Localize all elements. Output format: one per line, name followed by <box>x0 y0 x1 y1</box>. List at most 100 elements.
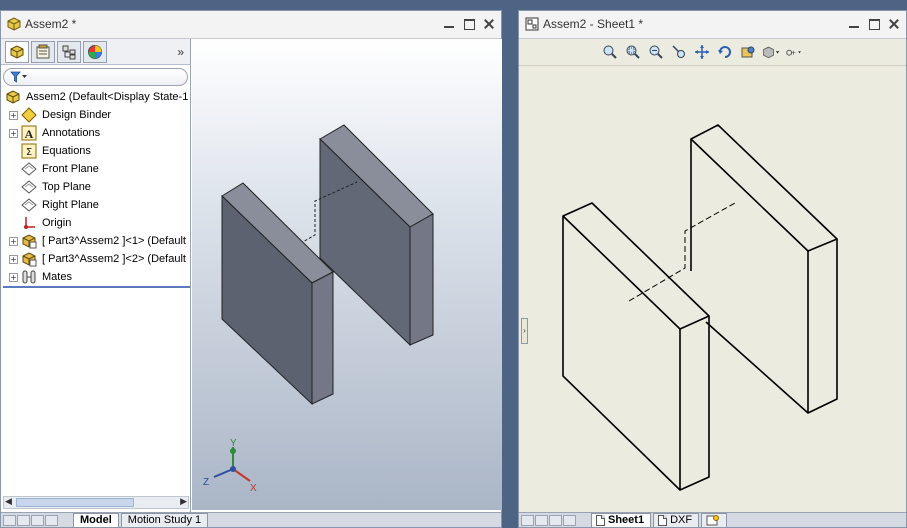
tree-item-label: Top Plane <box>42 181 91 193</box>
tab-model[interactable]: Model <box>73 513 119 527</box>
axis-triad: Y X Z <box>203 438 257 494</box>
tab-feature-manager[interactable] <box>5 40 29 63</box>
panel-expand-handle[interactable]: › <box>521 318 528 344</box>
expand-spacer <box>9 147 18 156</box>
minimize-button[interactable] <box>441 17 457 31</box>
tab-label: DXF <box>670 514 693 526</box>
next-tab-button[interactable] <box>31 514 44 526</box>
3d-graphics-viewport[interactable]: Y X Z <box>192 39 502 510</box>
expand-toggle[interactable]: + <box>9 236 18 246</box>
expand-spacer <box>9 201 18 210</box>
drawing-edge-back-top <box>690 124 838 252</box>
tree-item-label: Origin <box>42 217 72 229</box>
tree-filter-bar[interactable] <box>3 68 188 86</box>
hide-show-icon[interactable] <box>785 43 803 61</box>
tab-motion-study-1[interactable]: Motion Study 1 <box>120 513 209 527</box>
rollback-bar[interactable] <box>3 286 190 288</box>
drawing-document-icon <box>525 17 539 31</box>
manager-tabstrip: » <box>1 39 190 65</box>
model-tab-bar: Model Motion Study 1 <box>1 512 501 527</box>
tree-item-label: [ Part3^Assem2 ]<2> (Default <box>42 253 186 265</box>
add-sheet-tab[interactable] <box>701 513 728 527</box>
maximize-button[interactable] <box>866 17 882 31</box>
tree-item-mates[interactable]: + Mates <box>1 268 190 286</box>
sheet-tab-bar: Sheet1 DXF <box>519 512 906 527</box>
zoom-to-selection-icon[interactable] <box>670 43 688 61</box>
assembly-icon <box>5 89 21 105</box>
tree-horizontal-scrollbar[interactable]: ◀ ▶ <box>3 496 189 509</box>
tab-display-manager[interactable] <box>83 40 107 63</box>
svg-text:Σ: Σ <box>26 147 32 158</box>
next-sheet-button[interactable] <box>549 514 562 526</box>
zoom-to-area-icon[interactable] <box>624 43 642 61</box>
mates-icon <box>21 269 37 285</box>
first-tab-button[interactable] <box>3 514 16 526</box>
tab-dxf[interactable]: DXF <box>653 513 700 527</box>
part-plate-2[interactable] <box>319 124 434 347</box>
tree-root-assembly[interactable]: Assem2 (Default<Display State-1 <box>1 88 190 106</box>
display-style-icon[interactable] <box>762 43 780 61</box>
filter-icon <box>10 71 27 83</box>
window-title: Assem2 * <box>25 17 77 31</box>
tree-item-annotations[interactable]: + A Annotations <box>1 124 190 142</box>
close-button[interactable] <box>886 17 902 31</box>
equations-icon: Σ <box>21 143 37 159</box>
plane-icon <box>21 197 37 213</box>
assembly-model: Y X Z <box>203 124 434 494</box>
assembly-icon <box>7 17 21 31</box>
assembly-titlebar[interactable]: Assem2 * <box>1 11 501 39</box>
tree-item-front-plane[interactable]: Front Plane <box>1 160 190 178</box>
tab-label: Sheet1 <box>608 514 645 526</box>
tree-item-label: Front Plane <box>42 163 99 175</box>
sheet-icon <box>658 515 668 526</box>
isometric-drawing-view[interactable] <box>519 66 906 514</box>
tab-sheet1[interactable]: Sheet1 <box>591 513 652 527</box>
pan-icon[interactable] <box>693 43 711 61</box>
window-title: Assem2 - Sheet1 * <box>543 17 644 31</box>
feature-tree: Assem2 (Default<Display State-1 + Design… <box>1 88 190 288</box>
zoom-in-out-icon[interactable] <box>647 43 665 61</box>
expand-spacer <box>9 183 18 192</box>
expand-toggle[interactable]: + <box>9 272 18 282</box>
part-plate-1[interactable] <box>221 182 334 406</box>
tree-item-right-plane[interactable]: Right Plane <box>1 196 190 214</box>
drawing-sheet-area[interactable]: › <box>519 65 906 514</box>
tree-item-top-plane[interactable]: Top Plane <box>1 178 190 196</box>
tree-root-label: Assem2 (Default<Display State-1 <box>26 91 189 103</box>
expand-toggle[interactable]: + <box>9 128 18 138</box>
tree-item-part-1[interactable]: + [ Part3^Assem2 ]<1> (Default <box>1 232 190 250</box>
more-tabs-chevron-icon[interactable]: » <box>177 45 184 59</box>
close-button[interactable] <box>481 17 497 31</box>
sheet-icon <box>596 515 605 526</box>
3d-drawing-view-icon[interactable] <box>739 43 757 61</box>
expand-toggle[interactable]: + <box>9 110 18 120</box>
drawing-titlebar[interactable]: Assem2 - Sheet1 * <box>519 11 906 39</box>
prev-tab-button[interactable] <box>17 514 30 526</box>
tree-item-origin[interactable]: Origin <box>1 214 190 232</box>
first-sheet-button[interactable] <box>521 514 534 526</box>
expand-toggle[interactable]: + <box>9 254 18 264</box>
assembly-window: Assem2 * » Assem2 (Default<Display State… <box>0 10 502 528</box>
scroll-left-arrow-icon[interactable]: ◀ <box>5 496 12 507</box>
maximize-button[interactable] <box>461 17 477 31</box>
tree-item-equations[interactable]: Σ Equations <box>1 142 190 160</box>
tree-item-label: Annotations <box>42 127 101 139</box>
tree-item-label: [ Part3^Assem2 ]<1> (Default <box>42 235 186 247</box>
drawing-edge-front-top <box>562 202 710 330</box>
tree-item-label: Equations <box>42 145 91 157</box>
tab-property-manager[interactable] <box>31 40 55 63</box>
zoom-to-fit-icon[interactable] <box>601 43 619 61</box>
scroll-thumb[interactable] <box>16 498 134 507</box>
last-tab-button[interactable] <box>45 514 58 526</box>
drawing-edge-back-bottom <box>705 321 809 414</box>
scroll-right-arrow-icon[interactable]: ▶ <box>180 496 187 507</box>
design-binder-icon <box>21 107 37 123</box>
prev-sheet-button[interactable] <box>535 514 548 526</box>
tree-item-part-2[interactable]: + [ Part3^Assem2 ]<2> (Default <box>1 250 190 268</box>
minimize-button[interactable] <box>846 17 862 31</box>
tree-item-label: Design Binder <box>42 109 112 121</box>
rotate-icon[interactable] <box>716 43 734 61</box>
last-sheet-button[interactable] <box>563 514 576 526</box>
tab-configuration-manager[interactable] <box>57 40 81 63</box>
tree-item-design-binder[interactable]: + Design Binder <box>1 106 190 124</box>
